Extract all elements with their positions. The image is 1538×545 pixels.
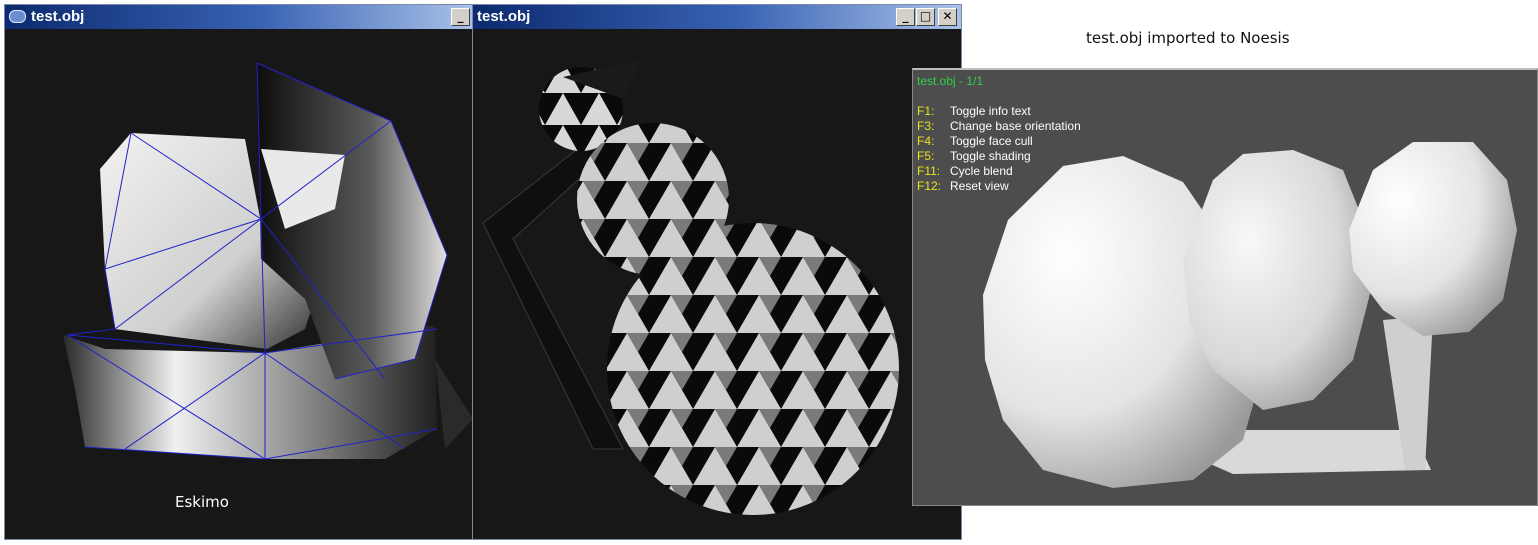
title-bar-2[interactable]: test.obj _ □ ✕ <box>473 5 961 29</box>
window-title-2: test.obj <box>477 8 531 25</box>
snowman-faceted-render <box>482 59 899 515</box>
info-header: test.obj - 1/1 <box>917 74 984 88</box>
shortcut-key: F3: <box>917 119 935 133</box>
app-icon <box>9 10 26 23</box>
shortcut-label: Toggle info text <box>950 104 1031 118</box>
shortcut-label: Cycle blend <box>950 164 1013 178</box>
maximize-button-2[interactable]: □ <box>916 8 935 26</box>
shortcut-row: F11: Cycle blend <box>917 164 1081 179</box>
shortcut-key: F5: <box>917 149 935 163</box>
viewer-window-1[interactable]: test.obj _ Eskimo <box>4 4 474 540</box>
shortcut-row: F4: Toggle face cull <box>917 134 1081 149</box>
title-bar-1[interactable]: test.obj _ <box>5 5 473 29</box>
info-overlay: test.obj - 1/1 F1: Toggle info text F3: … <box>917 74 1081 194</box>
eskimo-model-render <box>63 62 473 460</box>
shortcut-label: Toggle shading <box>950 149 1031 163</box>
page-caption: test.obj imported to Noesis <box>1086 29 1290 47</box>
shortcut-key: F12: <box>917 179 942 193</box>
shortcut-row: F12: Reset view <box>917 179 1081 194</box>
close-button-2[interactable]: ✕ <box>938 8 957 26</box>
viewport-1[interactable]: Eskimo <box>5 29 473 539</box>
minimize-button-2[interactable]: _ <box>896 8 915 26</box>
shortcut-label: Reset view <box>950 179 1009 193</box>
shortcut-key: F4: <box>917 134 935 148</box>
model-caption: Eskimo <box>175 493 229 511</box>
shortcut-key: F11: <box>917 164 941 178</box>
shortcut-key: F1: <box>917 104 935 118</box>
shortcut-row: F3: Change base orientation <box>917 119 1081 134</box>
noesis-viewer[interactable]: test.obj - 1/1 F1: Toggle info text F3: … <box>912 68 1538 506</box>
shortcut-label: Toggle face cull <box>950 134 1033 148</box>
window-title-1: test.obj <box>31 8 85 25</box>
shortcut-label: Change base orientation <box>950 119 1081 133</box>
minimize-button-1[interactable]: _ <box>451 8 470 26</box>
viewer-window-2[interactable]: test.obj _ □ ✕ <box>472 4 962 540</box>
shortcut-row: F5: Toggle shading <box>917 149 1081 164</box>
shortcut-row: F1: Toggle info text <box>917 104 1081 119</box>
viewport-2[interactable] <box>473 29 961 539</box>
